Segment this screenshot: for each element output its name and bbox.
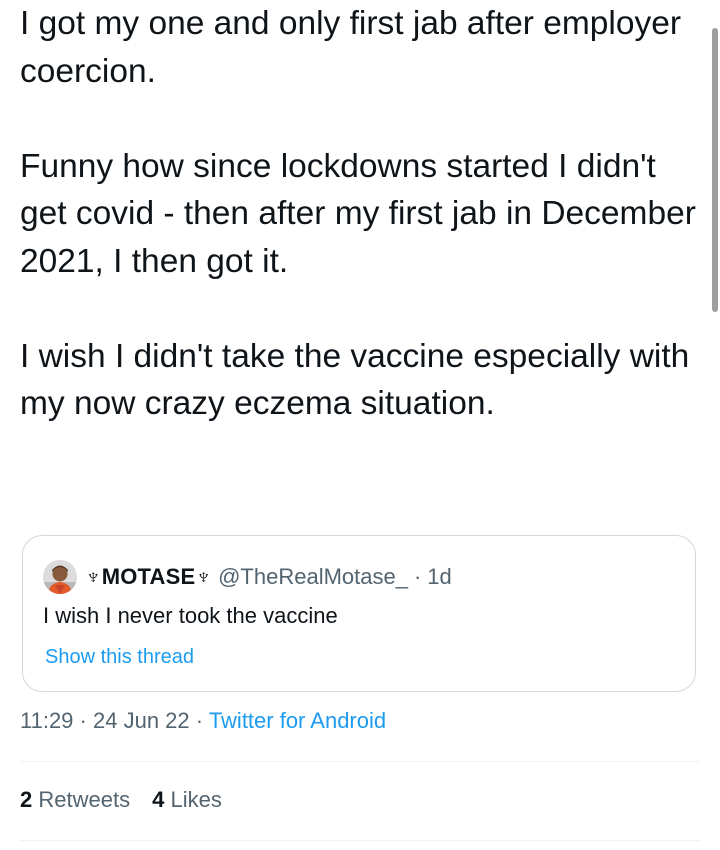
tweet-source-link[interactable]: Twitter for Android [209, 708, 386, 733]
separator-dot: · [413, 564, 422, 589]
quoted-timestamp[interactable]: 1d [427, 564, 451, 590]
tweet-paragraph: I wish I didn't take the vaccine especia… [20, 337, 690, 423]
avatar[interactable] [43, 560, 77, 594]
tweet-paragraph: I got my one and only first jab after em… [20, 5, 682, 90]
tweet-paragraph: Funny how since lockdowns started I didn… [20, 147, 696, 280]
tweet-time[interactable]: 11:29 [20, 708, 73, 733]
divider [20, 761, 700, 762]
quoted-handle[interactable]: @TheRealMotase_ [218, 564, 408, 590]
quoted-tweet-text: I wish I never took the vaccine [43, 603, 338, 628]
divider [20, 840, 700, 841]
scrollbar[interactable] [712, 28, 718, 312]
avatar-icon [43, 560, 77, 594]
retweets-count: 2 [20, 787, 33, 812]
likes-stat[interactable]: 4 Likes [152, 787, 222, 812]
show-thread-link[interactable]: Show this thread [45, 643, 194, 671]
tweet-metadata: 11:29 · 24 Jun 22 · Twitter for Android [20, 705, 386, 737]
quoted-display-name[interactable]: ♆MOTASE♆ [85, 564, 212, 590]
likes-count: 4 [152, 787, 165, 812]
quoted-tweet-header: ♆MOTASE♆ @TheRealMotase_ · 1d [43, 560, 452, 594]
retweets-stat[interactable]: 2 Retweets [20, 787, 130, 812]
separator-dot: · [79, 708, 87, 733]
quoted-tweet-card[interactable]: ♆MOTASE♆ @TheRealMotase_ · 1d I wish I n… [22, 535, 696, 692]
tweet-text: I got my one and only first jab after em… [20, 0, 700, 428]
likes-label: Likes [170, 787, 222, 812]
tweet-date[interactable]: 24 Jun 22 [93, 708, 190, 733]
retweets-label: Retweets [38, 787, 131, 812]
separator-dot: · [195, 708, 204, 733]
engagement-stats: 2 Retweets 4 Likes [20, 784, 222, 816]
